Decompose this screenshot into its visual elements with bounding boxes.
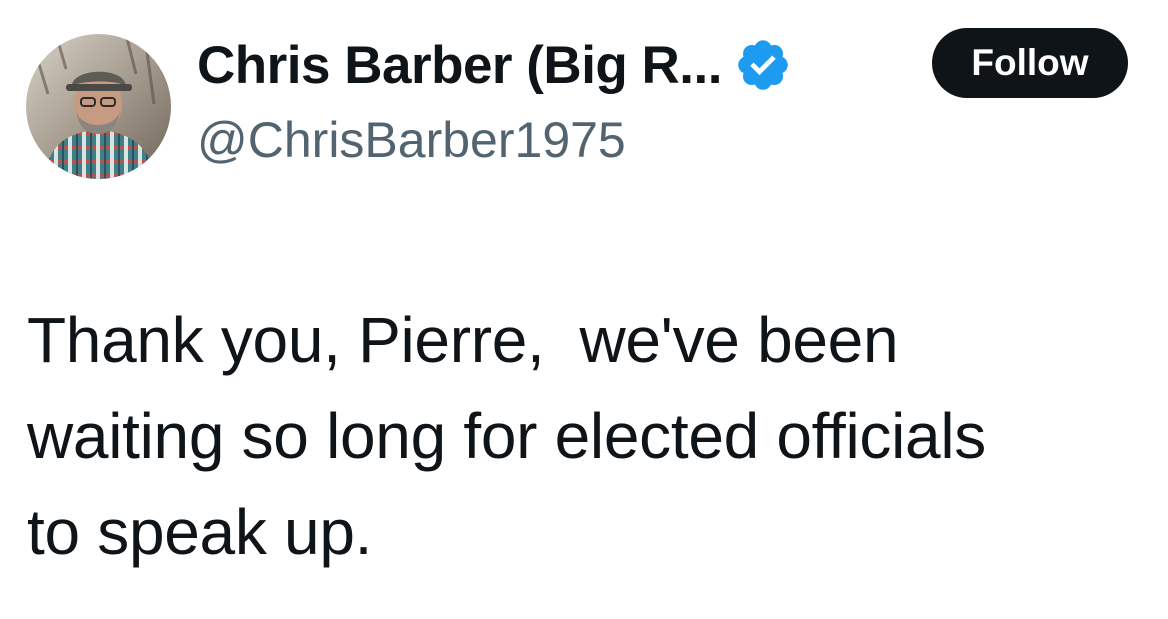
author-display-name[interactable]: Chris Barber (Big R... [197,35,722,96]
avatar-photo-icon [26,34,171,179]
tweet-text: Thank you, Pierre, we've been waiting so… [27,304,986,568]
follow-button[interactable]: Follow [932,28,1128,98]
avatar[interactable] [26,34,171,179]
author-handle[interactable]: @ChrisBarber1975 [197,111,626,169]
verified-badge-icon [738,40,788,90]
author-name-row[interactable]: Chris Barber (Big R... [197,30,792,100]
tweet-card: Chris Barber (Big R... @ChrisBarber1975 … [0,0,1168,619]
